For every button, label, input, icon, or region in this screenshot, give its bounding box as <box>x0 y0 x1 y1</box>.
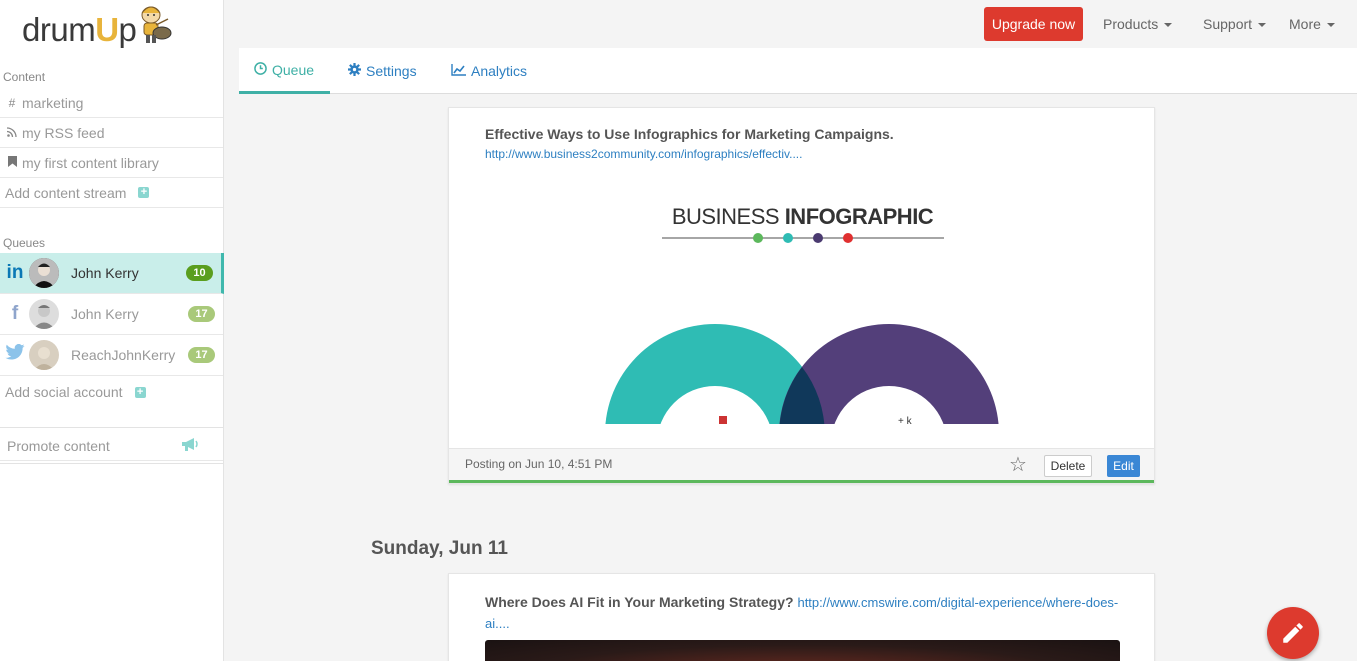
day-heading: Sunday, Jun 11 <box>371 538 508 559</box>
logo-text: drumUp <box>22 11 137 49</box>
caret-down-icon <box>1164 23 1173 28</box>
post-title: Where Does AI Fit in Your Marketing Stra… <box>485 594 794 610</box>
bookmark-icon <box>5 155 19 170</box>
queue-name: John Kerry <box>71 306 139 322</box>
caret-down-icon <box>1258 23 1267 28</box>
content-item-library[interactable]: my first content library <box>0 148 223 178</box>
tab-analytics-label: Analytics <box>471 63 528 79</box>
tab-queue-label: Queue <box>272 61 315 78</box>
star-icon[interactable]: ☆ <box>1009 452 1027 477</box>
queue-name: ReachJohnKerry <box>71 347 176 363</box>
content-item-marketing[interactable]: # marketing <box>0 88 223 118</box>
queue-count-badge: 10 <box>186 265 213 281</box>
post-title: Effective Ways to Use Infographics for M… <box>485 126 894 142</box>
support-menu[interactable]: Support <box>1203 16 1267 32</box>
drumup-logo[interactable]: drumUp <box>22 6 172 54</box>
edit-button[interactable]: Edit <box>1107 455 1140 477</box>
gear-icon <box>348 63 361 79</box>
queue-name: John Kerry <box>71 265 139 281</box>
content-section-label: Content <box>3 70 46 84</box>
queues-section-label: Queues <box>3 236 46 250</box>
tab-bar: Queue Settings Analytics <box>239 48 1357 94</box>
tab-analytics[interactable]: Analytics <box>451 48 527 94</box>
post-footer: Posting on Jun 10, 4:51 PM ☆ Delete Edit <box>449 448 1154 483</box>
queue-item-linkedin[interactable]: in John Kerry 10 <box>0 253 224 294</box>
queue-count-badge: 17 <box>188 347 215 363</box>
more-menu-label: More <box>1289 16 1321 32</box>
queue-item-twitter[interactable]: ReachJohnKerry 17 <box>0 335 223 376</box>
facebook-icon: f <box>11 303 19 324</box>
add-social-account-label: Add social account <box>5 384 123 400</box>
divider <box>0 463 223 464</box>
tab-settings-label: Settings <box>366 63 417 79</box>
post-link[interactable]: ai.... <box>485 616 510 631</box>
infographic-graphic: + k <box>605 233 999 424</box>
post-card: Effective Ways to Use Infographics for M… <box>448 107 1155 484</box>
megaphone-icon <box>181 437 199 455</box>
avatar <box>29 299 59 329</box>
hash-icon: # <box>8 95 16 110</box>
rss-icon <box>5 126 19 140</box>
add-social-account[interactable]: Add social account + <box>0 377 223 407</box>
content-item-label: my RSS feed <box>22 124 105 141</box>
clock-icon <box>254 61 267 78</box>
post-image: BUSINESS INFOGRAPHIC + k <box>485 174 1120 424</box>
svg-text:+ k: + k <box>898 416 913 424</box>
line-chart-icon <box>451 63 466 79</box>
caret-down-icon <box>1326 23 1335 28</box>
post-card: Where Does AI Fit in Your Marketing Stra… <box>448 573 1155 661</box>
promote-content-label: Promote content <box>7 437 110 454</box>
linkedin-icon: in <box>6 262 24 283</box>
tab-queue[interactable]: Queue <box>239 48 330 94</box>
avatar <box>29 340 59 370</box>
products-menu-label: Products <box>1103 16 1159 32</box>
upgrade-now-button[interactable]: Upgrade now <box>984 7 1083 41</box>
post-link[interactable]: http://www.business2community.com/infogr… <box>485 147 802 161</box>
post-image <box>485 640 1120 661</box>
compose-post-button[interactable] <box>1267 607 1319 659</box>
post-link[interactable]: http://www.cmswire.com/digital-experienc… <box>797 595 1118 610</box>
avatar <box>29 258 59 288</box>
posting-time: Posting on Jun 10, 4:51 PM <box>465 457 613 471</box>
content-item-label: my first content library <box>22 154 159 171</box>
more-menu[interactable]: More <box>1289 16 1335 32</box>
logo-text-u: U <box>95 11 119 48</box>
plus-icon: + <box>134 386 146 398</box>
top-navbar: Upgrade now Products Support More <box>224 0 1357 48</box>
add-content-stream-label: Add content stream <box>5 184 127 201</box>
twitter-icon <box>3 343 27 366</box>
post-header: Where Does AI Fit in Your Marketing Stra… <box>485 592 1125 634</box>
sidebar: drumUp Content # marketing my RSS feed m… <box>0 0 224 661</box>
plus-icon: + <box>138 187 150 198</box>
queue-item-facebook[interactable]: f John Kerry 17 <box>0 294 223 335</box>
content-item-label: marketing <box>22 94 84 111</box>
divider <box>0 427 223 428</box>
promote-content[interactable]: Promote content <box>0 431 223 461</box>
delete-button[interactable]: Delete <box>1044 455 1092 477</box>
logo-text-part: drum <box>22 11 96 48</box>
tab-settings[interactable]: Settings <box>348 48 417 94</box>
logo-text-part: p <box>118 11 137 48</box>
add-content-stream[interactable]: Add content stream + <box>0 178 223 208</box>
products-menu[interactable]: Products <box>1103 16 1173 32</box>
queue-count-badge: 17 <box>188 306 215 322</box>
content-item-rss[interactable]: my RSS feed <box>0 118 223 148</box>
pencil-icon <box>1283 623 1303 643</box>
support-menu-label: Support <box>1203 16 1253 32</box>
drummer-mascot-icon <box>141 6 172 43</box>
